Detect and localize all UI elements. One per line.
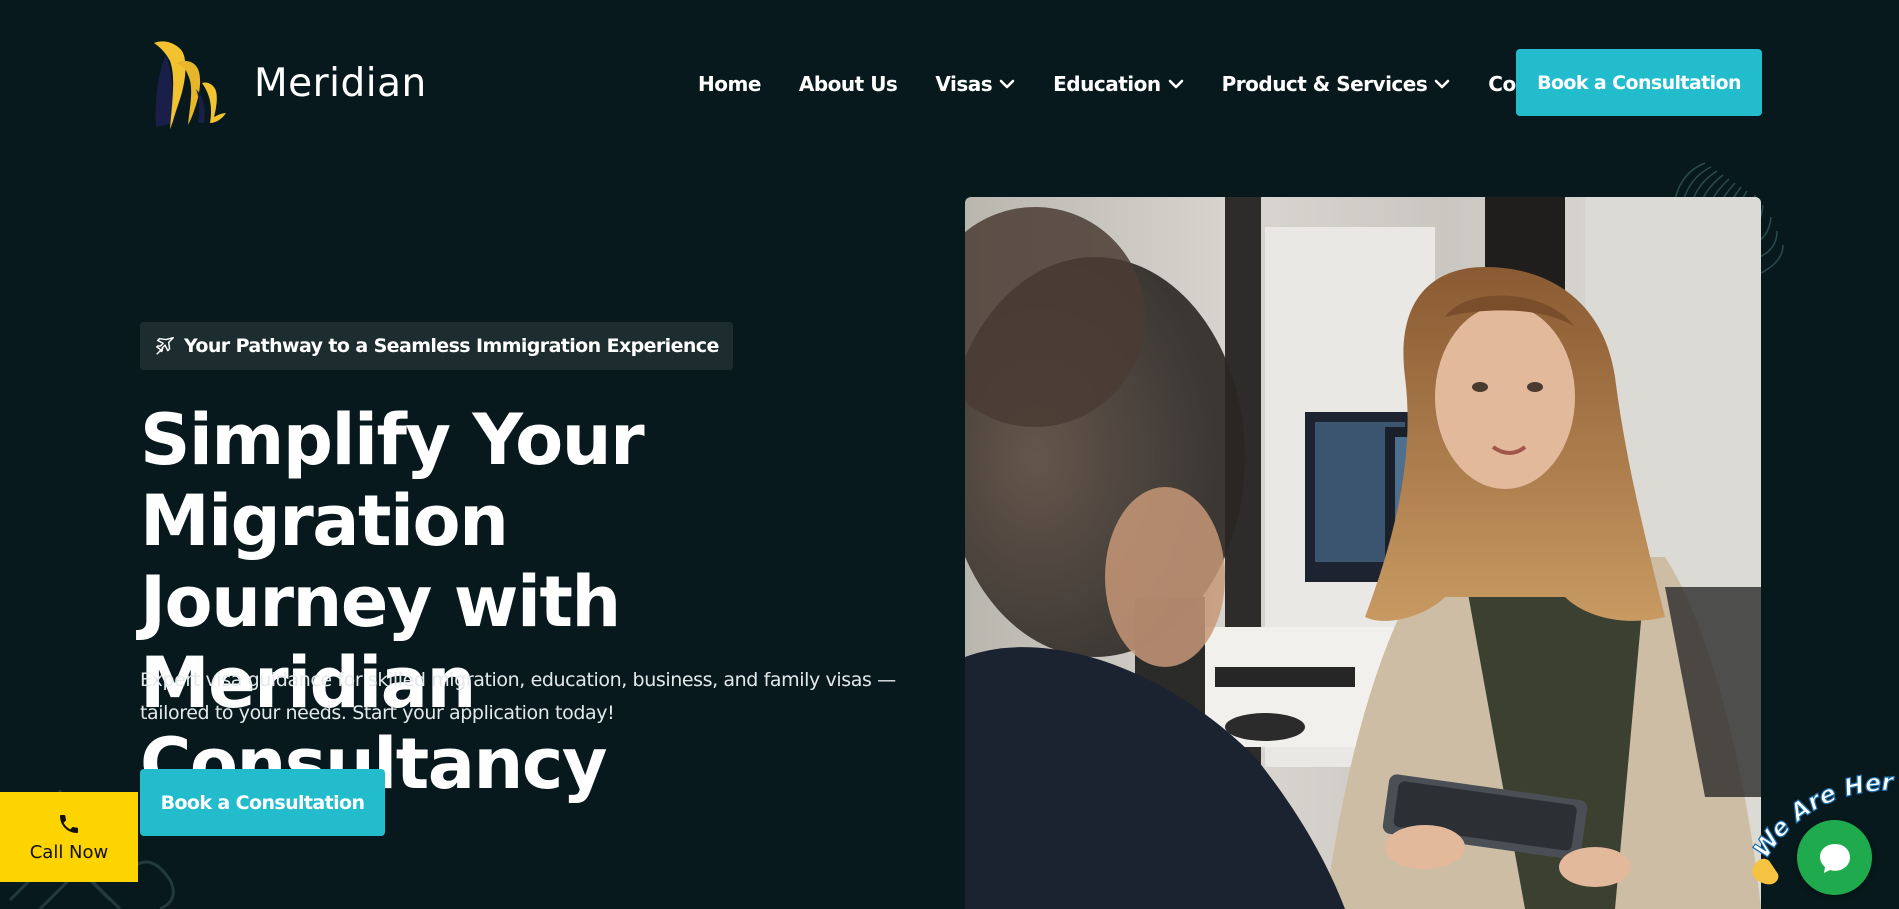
hero-consultation-photo bbox=[965, 197, 1761, 909]
chat-widget-button[interactable] bbox=[1797, 820, 1872, 895]
nav-item-label: About Us bbox=[798, 72, 898, 96]
hero-tagline-badge: Your Pathway to a Seamless Immigration E… bbox=[140, 322, 733, 370]
airplane-icon bbox=[156, 337, 174, 355]
meridian-logo-icon bbox=[154, 41, 226, 129]
call-now-label: Call Now bbox=[29, 841, 109, 863]
waving-hand-icon bbox=[1752, 858, 1779, 885]
nav-item-label: Product & Services bbox=[1221, 72, 1428, 96]
chevron-down-icon bbox=[1168, 79, 1183, 89]
phone-icon bbox=[60, 814, 78, 833]
brand-logo[interactable]: Meridian bbox=[142, 33, 427, 133]
chevron-down-icon bbox=[1434, 79, 1450, 89]
chat-icon bbox=[1819, 843, 1850, 873]
page: Meridian Home About Us Visas Education P… bbox=[0, 0, 1899, 909]
nav-item-label: Visas bbox=[935, 72, 993, 96]
header-book-consultation-button[interactable]: Book a Consultation bbox=[1516, 49, 1762, 116]
nav-item-education[interactable]: Education bbox=[1053, 72, 1183, 96]
consultation-photo-illustration bbox=[965, 197, 1761, 909]
nav-item-label: Home bbox=[698, 72, 761, 96]
nav-item-product-services[interactable]: Product & Services bbox=[1222, 72, 1451, 96]
nav-item-about-us[interactable]: About Us bbox=[798, 72, 898, 96]
site-header: Meridian Home About Us Visas Education P… bbox=[0, 0, 1899, 165]
call-now-button[interactable]: Call Now bbox=[0, 792, 138, 882]
hero-title: Simplify Your Migration Journey with Mer… bbox=[140, 400, 960, 805]
hero-title-line: Simplify Your Migration bbox=[140, 399, 645, 562]
nav-item-label: Education bbox=[1053, 72, 1161, 96]
brand-name: Meridian bbox=[254, 60, 427, 106]
hero-description: Expert visa guidance for skilled migrati… bbox=[140, 669, 896, 724]
nav-item-home[interactable]: Home bbox=[698, 72, 761, 96]
chevron-down-icon bbox=[999, 79, 1015, 89]
main-nav: Home About Us Visas Education Product & … bbox=[698, 64, 1572, 104]
nav-item-visas[interactable]: Visas bbox=[935, 72, 1015, 96]
hero-tagline-text: Your Pathway to a Seamless Immigration E… bbox=[184, 335, 719, 357]
